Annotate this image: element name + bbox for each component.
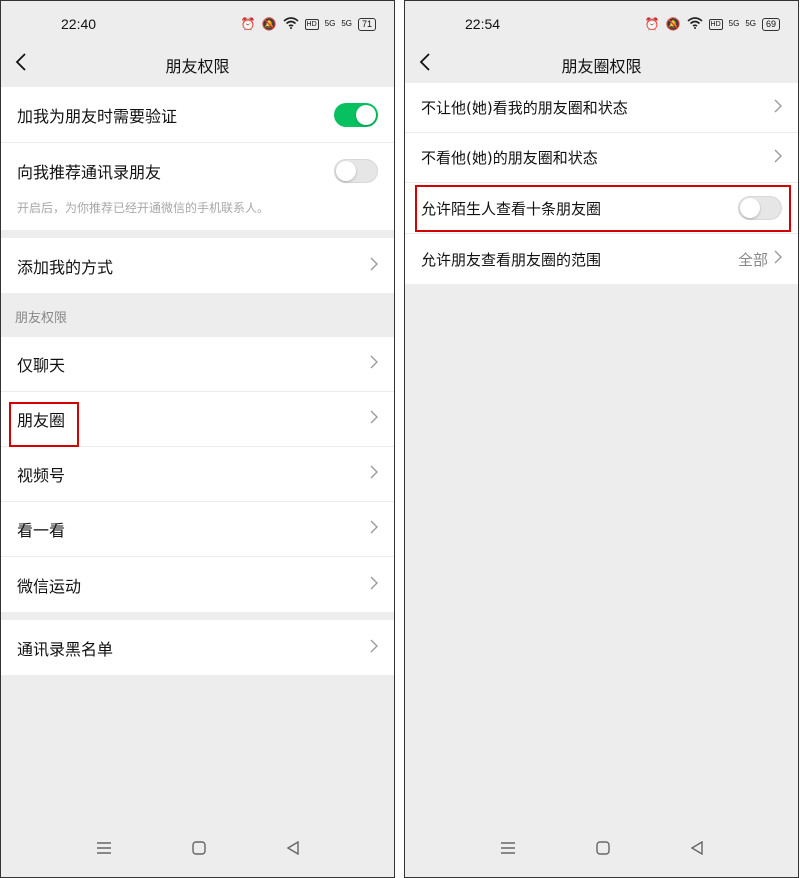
toggle-knob xyxy=(356,104,376,125)
signal-icon: 5G xyxy=(324,19,336,28)
chevron-right-icon xyxy=(370,639,378,657)
row-channels-label: 视频号 xyxy=(17,466,66,485)
system-nav-bar xyxy=(405,821,798,877)
status-time: 22:54 xyxy=(465,16,501,32)
home-icon[interactable] xyxy=(595,840,610,859)
phone-right: 22:54 ⏰ 🔕 HD 5G 5G 69 朋友圈权限 不让他(她)看我的朋友圈… xyxy=(404,0,799,878)
hd-icon: HD xyxy=(304,18,319,30)
signal-icon-2: 5G xyxy=(341,19,352,28)
battery-icon: 69 xyxy=(761,17,780,31)
wifi-icon xyxy=(686,16,703,32)
row-range[interactable]: 允许朋友查看朋友圈的范围 全部 xyxy=(405,234,798,284)
status-time: 22:40 xyxy=(61,16,97,32)
row-top-stories[interactable]: 看一看 xyxy=(1,502,394,557)
system-nav-bar xyxy=(1,821,394,877)
row-recommend-label: 向我推荐通讯录朋友 xyxy=(17,163,162,182)
back-chevron-icon[interactable] xyxy=(15,52,27,78)
group-moments-perms: 不让他(她)看我的朋友圈和状态 不看他(她)的朋友圈和状态 允许陌生人查看十条朋… xyxy=(405,83,798,284)
row-chat-only-label: 仅聊天 xyxy=(17,356,66,375)
toggle-knob xyxy=(336,161,356,181)
home-icon[interactable] xyxy=(191,840,206,859)
range-value: 全部 xyxy=(737,250,768,269)
chevron-right-icon xyxy=(774,250,782,268)
hd-icon: HD xyxy=(708,18,723,30)
mute-icon: 🔕 xyxy=(261,17,277,31)
group-blacklist: 通讯录黑名单 xyxy=(1,620,394,675)
chevron-right-icon xyxy=(370,576,378,594)
row-werun-label: 微信运动 xyxy=(17,576,82,596)
back-chevron-icon[interactable] xyxy=(419,52,431,78)
row-chat-only[interactable]: 仅聊天 xyxy=(1,337,394,392)
section-title-friend-perms: 朋友权限 xyxy=(15,311,68,326)
chevron-right-icon xyxy=(370,355,378,373)
highlight-box-stranger-ten xyxy=(415,185,791,232)
recommend-note: 开启后，为你推荐已经开通微信的手机联系人。 xyxy=(1,199,394,230)
status-icons: ⏰ 🔕 HD 5G 5G 71 xyxy=(240,16,376,32)
chevron-right-icon xyxy=(370,465,378,483)
group-friend-perms: 仅聊天 朋友圈 视频号 看一看 微信运动 xyxy=(1,337,394,612)
recommend-toggle[interactable] xyxy=(334,159,378,183)
row-blacklist-label: 通讯录黑名单 xyxy=(17,639,114,659)
nav-bar: 朋友圈权限 xyxy=(405,47,798,83)
chevron-right-icon xyxy=(370,520,378,538)
verify-toggle[interactable] xyxy=(334,102,378,127)
signal-icon: 5G xyxy=(728,19,740,28)
page-title: 朋友圈权限 xyxy=(561,57,642,76)
alarm-icon: ⏰ xyxy=(644,17,660,31)
status-icons: ⏰ 🔕 HD 5G 5G 69 xyxy=(644,16,780,32)
status-bar: 22:40 ⏰ 🔕 HD 5G 5G 71 xyxy=(1,1,394,47)
row-top-stories-label: 看一看 xyxy=(17,521,66,540)
battery-icon: 71 xyxy=(357,17,376,31)
page-title: 朋友权限 xyxy=(165,57,230,76)
row-hide-my-moments-label: 不让他(她)看我的朋友圈和状态 xyxy=(421,99,628,117)
mute-icon: 🔕 xyxy=(665,17,681,31)
row-verify[interactable]: 加我为朋友时需要验证 xyxy=(1,87,394,143)
phone-left: 22:40 ⏰ 🔕 HD 5G 5G 71 朋友权限 加我为朋友时需要验证 向我… xyxy=(0,0,395,878)
chevron-right-icon xyxy=(774,149,782,167)
chevron-right-icon xyxy=(370,257,378,275)
row-add-ways-label: 添加我的方式 xyxy=(17,257,114,277)
row-hide-their-moments-label: 不看他(她)的朋友圈和状态 xyxy=(421,149,598,167)
range-value-group: 全部 xyxy=(738,249,782,270)
signal-icon-2: 5G xyxy=(745,19,756,28)
row-recommend[interactable]: 向我推荐通讯录朋友 xyxy=(1,143,394,199)
row-channels[interactable]: 视频号 xyxy=(1,447,394,502)
nav-bar: 朋友权限 xyxy=(1,47,394,83)
group-add-ways: 添加我的方式 xyxy=(1,238,394,293)
status-bar: 22:54 ⏰ 🔕 HD 5G 5G 69 xyxy=(405,1,798,47)
menu-icon[interactable] xyxy=(96,840,112,859)
back-triangle-icon[interactable] xyxy=(690,840,704,859)
row-werun[interactable]: 微信运动 xyxy=(1,557,394,612)
alarm-icon: ⏰ xyxy=(240,17,256,31)
row-add-ways[interactable]: 添加我的方式 xyxy=(1,238,394,293)
chevron-right-icon xyxy=(774,99,782,117)
chevron-right-icon xyxy=(370,410,378,428)
menu-icon[interactable] xyxy=(500,840,516,859)
row-hide-my-moments[interactable]: 不让他(她)看我的朋友圈和状态 xyxy=(405,83,798,133)
row-verify-label: 加我为朋友时需要验证 xyxy=(17,106,178,126)
back-triangle-icon[interactable] xyxy=(286,840,300,859)
screenshot-canvas: 22:40 ⏰ 🔕 HD 5G 5G 71 朋友权限 加我为朋友时需要验证 向我… xyxy=(0,0,800,878)
row-hide-their-moments[interactable]: 不看他(她)的朋友圈和状态 xyxy=(405,133,798,183)
row-range-label: 允许朋友查看朋友圈的范围 xyxy=(421,250,602,269)
row-blacklist[interactable]: 通讯录黑名单 xyxy=(1,620,394,675)
wifi-icon xyxy=(282,16,299,32)
group-verify: 加我为朋友时需要验证 向我推荐通讯录朋友 开启后，为你推荐已经开通微信的手机联系… xyxy=(1,87,394,230)
highlight-box-moments xyxy=(9,402,79,447)
